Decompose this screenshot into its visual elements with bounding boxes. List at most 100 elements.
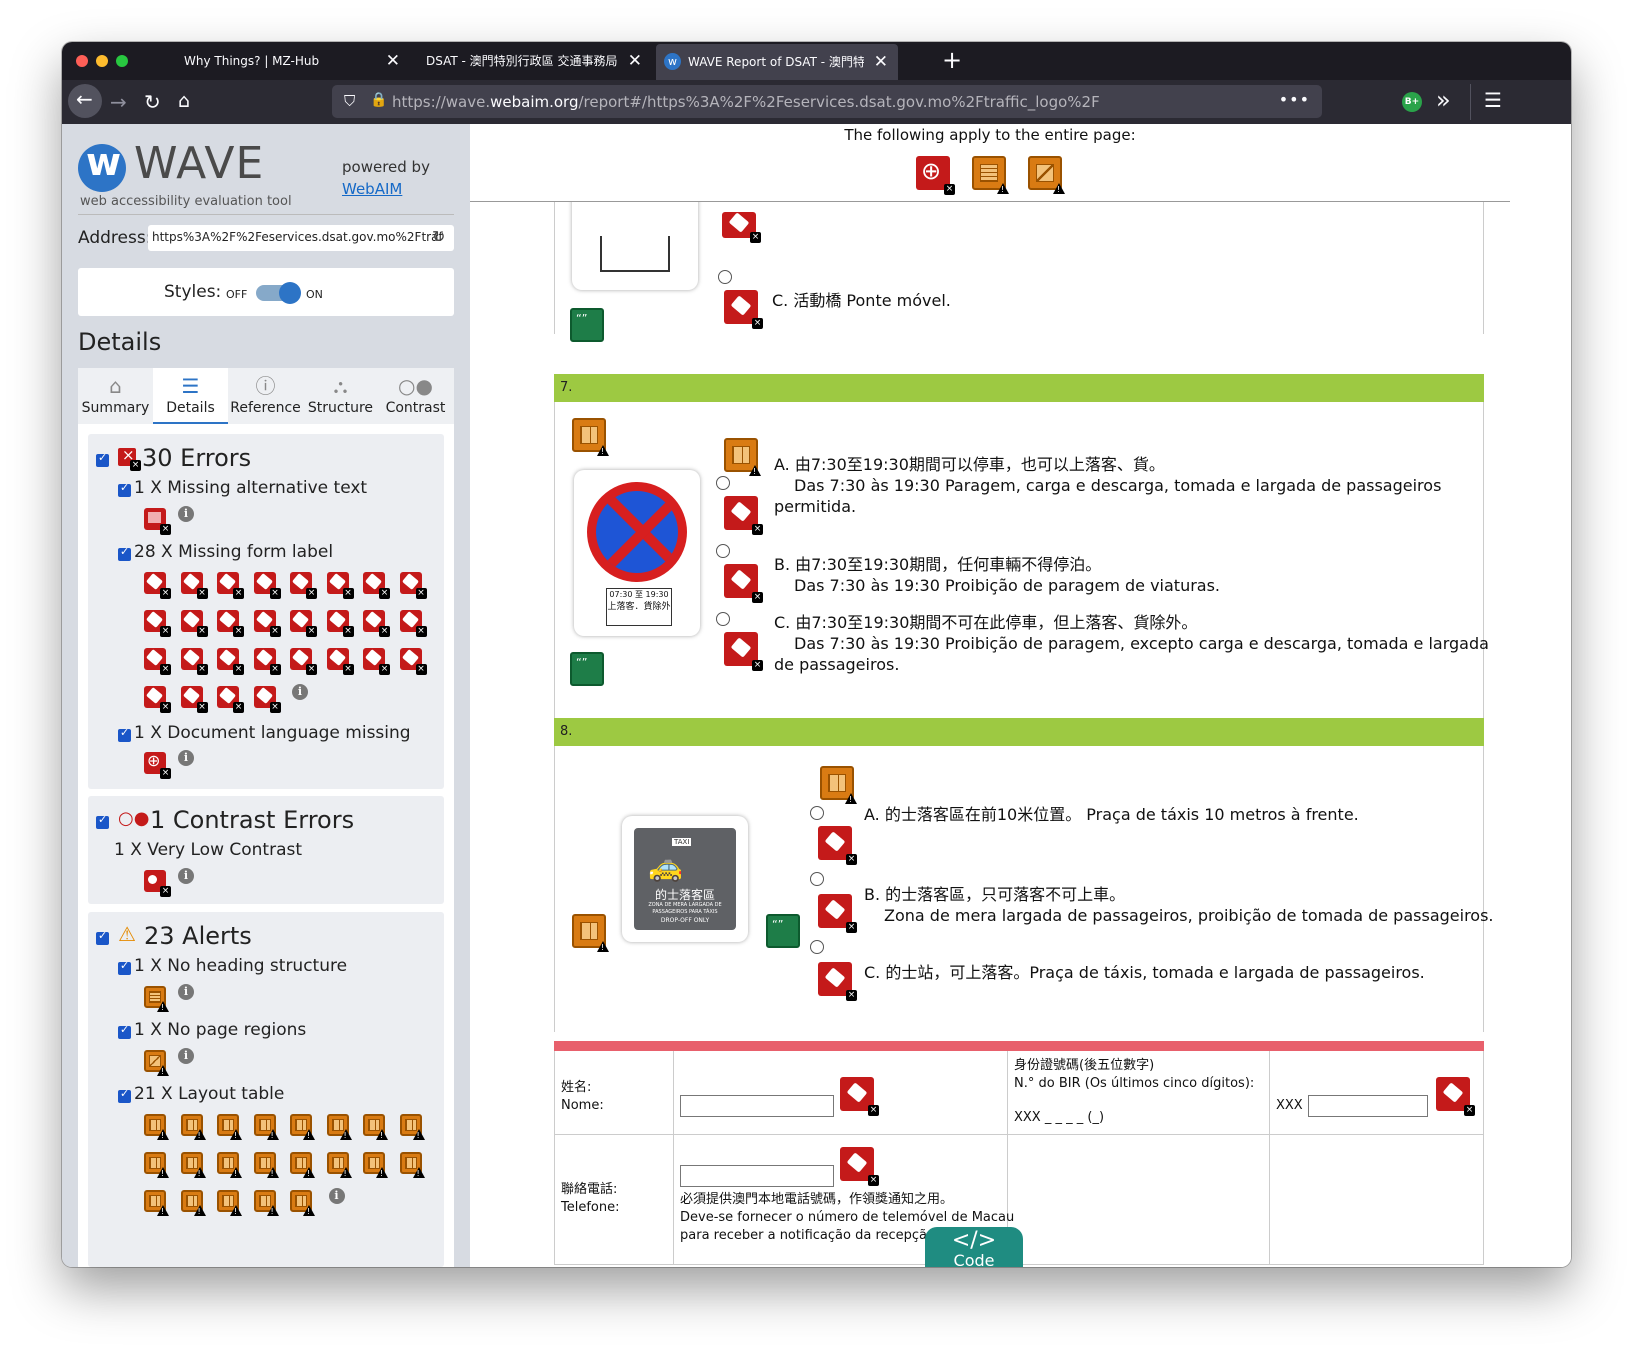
info-icon[interactable]: i [178, 750, 194, 766]
refresh-icon[interactable]: ↻ [432, 227, 445, 246]
close-icon[interactable]: ✕ [386, 42, 400, 80]
no-regions-checkbox[interactable] [118, 1023, 131, 1039]
tab-reference[interactable]: ⓘ Reference [228, 368, 303, 424]
form-label-error-icon[interactable] [144, 648, 171, 675]
missing-label-checkbox[interactable] [118, 545, 131, 561]
url-bar[interactable]: ⛉ 🔒 https://wave.webaim.org/report#/http… [332, 85, 1322, 118]
no-heading-checkbox[interactable] [118, 959, 131, 975]
form-label-error-icon[interactable] [253, 572, 281, 599]
tab-details[interactable]: ☰ Details [153, 368, 228, 424]
name-input[interactable] [680, 1095, 834, 1117]
doc-lang-checkbox[interactable] [118, 726, 131, 742]
q8-option-b-radio[interactable] [810, 872, 824, 886]
form-label-error-icon[interactable] [399, 572, 427, 599]
layout-table-alert-icon[interactable] [363, 1114, 388, 1140]
page-regions-alert-icon[interactable] [1028, 156, 1065, 194]
code-panel-button[interactable]: </> Code [925, 1227, 1023, 1267]
layout-table-alert-icon[interactable] [144, 1114, 169, 1140]
form-label-error-icon[interactable] [253, 686, 281, 713]
layout-table-alert-icon[interactable] [399, 1152, 425, 1178]
lock-icon[interactable]: 🔒 [370, 92, 387, 108]
layout-table-alert-icon[interactable] [253, 1190, 279, 1216]
maximize-window-button[interactable] [116, 55, 128, 67]
q7-option-b-radio[interactable] [716, 544, 730, 558]
tab-summary[interactable]: ⌂ Summary [78, 368, 153, 424]
layout-table-alert-icon[interactable] [572, 914, 609, 952]
form-label-error-icon[interactable] [290, 572, 317, 599]
form-label-error-icon[interactable] [363, 648, 390, 675]
form-label-error-icon[interactable] [326, 648, 354, 675]
info-icon[interactable]: i [292, 684, 308, 700]
form-label-error-icon[interactable] [724, 564, 763, 603]
layout-table-alert-icon[interactable] [290, 1190, 315, 1216]
new-tab-plus-icon[interactable]: + [942, 46, 962, 74]
back-button[interactable]: ← [68, 84, 102, 118]
page-actions-icon[interactable]: ••• [1279, 90, 1310, 109]
phone-input[interactable] [680, 1165, 834, 1187]
info-icon[interactable]: i [178, 506, 194, 522]
form-label-error-icon[interactable] [180, 572, 208, 599]
layout-table-alert-icon[interactable] [253, 1114, 279, 1140]
hamburger-menu-icon[interactable]: ☰ [1484, 88, 1502, 112]
layout-table-alert-icon[interactable] [572, 418, 609, 456]
form-label-error-icon[interactable] [180, 610, 208, 637]
info-icon[interactable]: i [328, 1188, 345, 1204]
form-label-error-icon[interactable] [144, 572, 171, 599]
form-label-error-icon[interactable] [290, 648, 317, 675]
layout-table-alert-icon[interactable] [820, 766, 857, 804]
q7-option-a-radio[interactable] [716, 476, 730, 490]
errors-checkbox[interactable] [96, 451, 109, 467]
q8-option-c-radio[interactable] [810, 940, 824, 954]
close-window-button[interactable] [76, 55, 88, 67]
missing-alt-checkbox[interactable] [118, 481, 131, 497]
layout-table-alert-icon[interactable] [363, 1152, 388, 1178]
q7-option-c-radio[interactable] [716, 612, 730, 626]
layout-table-alert-icon[interactable] [326, 1152, 352, 1178]
form-label-error-icon[interactable] [818, 962, 857, 1001]
form-label-error-icon[interactable] [1436, 1077, 1475, 1116]
alerts-checkbox[interactable] [96, 929, 109, 945]
layout-table-alert-icon[interactable] [180, 1114, 206, 1140]
layout-table-alert-icon[interactable] [180, 1152, 206, 1178]
layout-table-alert-icon[interactable] [217, 1114, 242, 1140]
layout-table-alert-icon[interactable] [290, 1114, 315, 1140]
form-label-error-icon[interactable] [217, 610, 244, 637]
home-icon[interactable]: ⌂ [178, 90, 190, 112]
tab-mz-hub[interactable]: Why Things? | MZ-Hub ✕ [170, 42, 410, 80]
alt-text-feature-icon[interactable] [766, 914, 800, 948]
form-label-error-icon[interactable] [724, 496, 763, 535]
form-label-error-icon[interactable] [840, 1077, 879, 1116]
form-label-error-icon[interactable] [180, 686, 208, 713]
q8-option-a-radio[interactable] [810, 806, 824, 820]
layout-table-alert-icon[interactable] [724, 438, 761, 476]
minimize-window-button[interactable] [96, 55, 108, 67]
tab-wave-report[interactable]: w WAVE Report of DSAT - 澳門特別 ✕ [656, 44, 898, 80]
form-label-error-icon[interactable] [253, 648, 281, 675]
info-icon[interactable]: i [178, 868, 194, 884]
form-label-error-icon[interactable] [217, 686, 244, 713]
form-label-error-icon[interactable] [217, 648, 244, 675]
alt-text-feature-icon[interactable] [570, 308, 604, 342]
reload-icon[interactable]: ↻ [144, 90, 161, 114]
form-label-error-icon[interactable] [144, 686, 171, 713]
heading-alert-icon[interactable] [144, 986, 169, 1012]
globe-error-icon[interactable]: ⊕ [144, 751, 171, 779]
page-language-error-icon[interactable]: ⊕ [916, 156, 955, 195]
form-label-error-icon[interactable] [724, 290, 763, 329]
form-label-error-icon[interactable] [253, 610, 281, 637]
form-label-error-icon[interactable] [724, 632, 763, 671]
layout-table-alert-icon[interactable] [253, 1152, 279, 1178]
form-label-error-icon[interactable] [399, 648, 427, 675]
layout-table-checkbox[interactable] [118, 1087, 131, 1103]
form-label-error-icon[interactable] [290, 610, 317, 637]
styles-toggle[interactable] [256, 282, 301, 304]
close-icon[interactable]: ✕ [628, 42, 642, 80]
form-label-error-icon[interactable] [840, 1147, 879, 1186]
form-label-error-icon[interactable] [217, 572, 244, 599]
page-heading-alert-icon[interactable] [972, 156, 1009, 194]
tab-contrast[interactable]: ○● Contrast [378, 368, 453, 424]
form-label-error-icon[interactable] [326, 572, 354, 599]
layout-table-alert-icon[interactable] [217, 1152, 242, 1178]
form-label-error-icon[interactable] [144, 610, 171, 637]
form-label-error-icon[interactable] [722, 212, 761, 243]
